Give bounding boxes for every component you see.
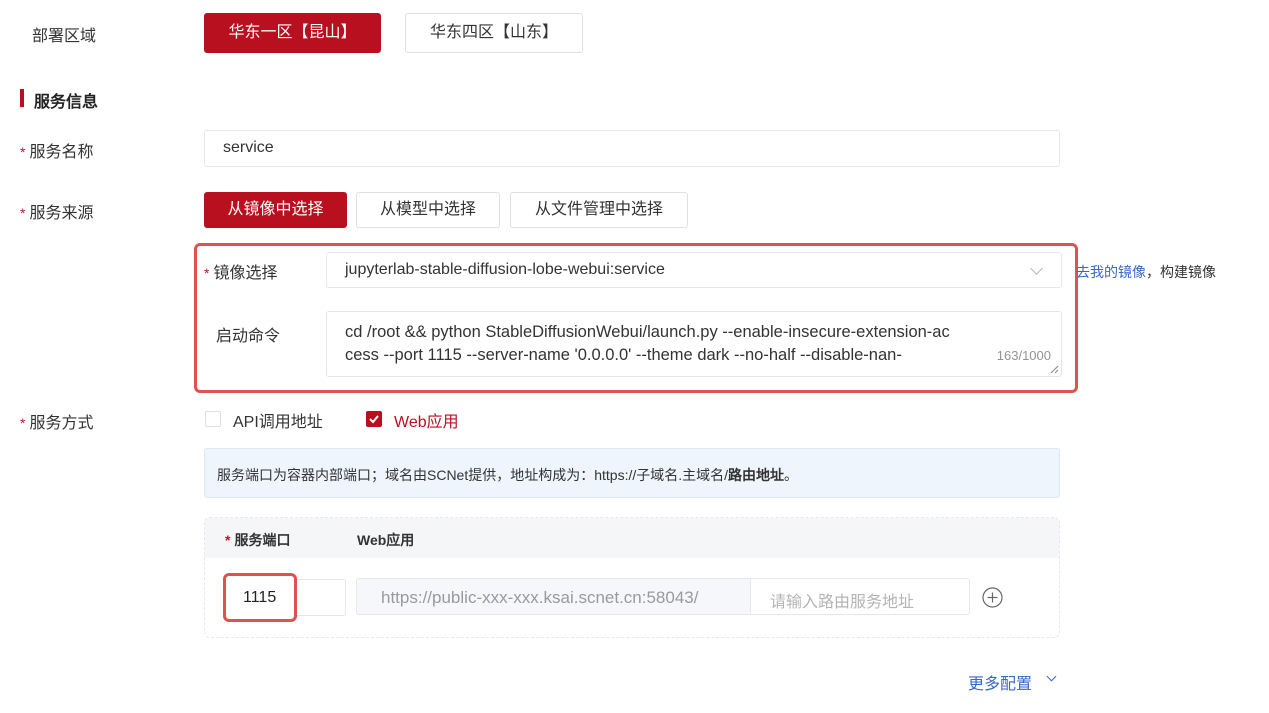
check-icon xyxy=(369,415,379,424)
start-command-label: 启动命令 xyxy=(216,328,281,345)
image-select-value: jupyterlab-stable-diffusion-lobe-webui:s… xyxy=(345,261,665,278)
info-text: 服务端口为容器内部端口；域名由SCNet提供，地址构成为：https://子域名… xyxy=(217,467,799,483)
side-separator: ， xyxy=(1146,264,1160,280)
deploy-region-label: 部署区域 xyxy=(32,28,97,45)
route-placeholder: 请输入路由服务地址 xyxy=(770,594,915,611)
web-option-label: Web应用 xyxy=(394,414,459,431)
resize-handle-icon[interactable] xyxy=(1050,365,1059,374)
port-value: 1115 xyxy=(243,589,277,606)
port-table-header xyxy=(205,518,1059,558)
more-config-link[interactable]: 更多配置 xyxy=(968,670,1057,694)
info-box: 服务端口为容器内部端口；域名由SCNet提供，地址构成为：https://子域名… xyxy=(204,448,1060,498)
section-title-bar xyxy=(20,89,24,107)
service-name-input[interactable]: service xyxy=(204,130,1060,167)
image-select-label: * 镜像选择 xyxy=(204,265,278,282)
start-command-line1: cd /root && python StableDiffusionWebui/… xyxy=(345,323,950,341)
start-command-textarea[interactable]: cd /root && python StableDiffusionWebui/… xyxy=(326,311,1062,377)
tab-from-image[interactable]: 从镜像中选择 xyxy=(204,192,347,228)
add-circle-icon[interactable] xyxy=(982,587,1003,608)
service-name-value: service xyxy=(223,139,274,156)
service-mode-label: * 服务方式 xyxy=(20,415,94,432)
chevron-down-icon xyxy=(1030,262,1043,275)
service-name-label: * 服务名称 xyxy=(20,144,94,161)
url-prefix: https://public-xxx-xxx.ksai.scnet.cn:580… xyxy=(356,578,751,615)
region-huadong4-button[interactable]: 华东四区【山东】 xyxy=(405,13,583,53)
region-huadong1-button[interactable]: 华东一区【昆山】 xyxy=(204,13,381,53)
url-prefix-text: https://public-xxx-xxx.ksai.scnet.cn:580… xyxy=(381,588,699,607)
info-bold: 路由地址 xyxy=(728,467,785,483)
my-images-link[interactable]: 去我的镜像 xyxy=(1076,264,1146,280)
tab-from-files[interactable]: 从文件管理中选择 xyxy=(510,192,688,228)
image-side-links: 去我的镜像，构建镜像 xyxy=(1076,262,1216,282)
api-option-label: API调用地址 xyxy=(233,414,323,431)
col-web-header: Web应用 xyxy=(357,532,415,548)
api-checkbox[interactable] xyxy=(205,411,221,427)
web-checkbox[interactable] xyxy=(366,411,382,427)
col-port-header: * 服务端口 xyxy=(225,532,291,548)
section-title: 服务信息 xyxy=(34,94,99,111)
char-counter: 163/1000 xyxy=(994,344,1051,367)
route-input[interactable]: 请输入路由服务地址 xyxy=(750,578,970,615)
tab-from-model[interactable]: 从模型中选择 xyxy=(356,192,500,228)
more-config-label: 更多配置 xyxy=(968,676,1033,693)
chevron-down-icon xyxy=(1046,671,1057,682)
start-command-line2: cess --port 1115 --server-name '0.0.0.0'… xyxy=(345,346,902,364)
image-select-dropdown[interactable]: jupyterlab-stable-diffusion-lobe-webui:s… xyxy=(326,252,1062,288)
service-source-label: * 服务来源 xyxy=(20,205,94,222)
build-image-link[interactable]: 构建镜像 xyxy=(1160,264,1216,280)
